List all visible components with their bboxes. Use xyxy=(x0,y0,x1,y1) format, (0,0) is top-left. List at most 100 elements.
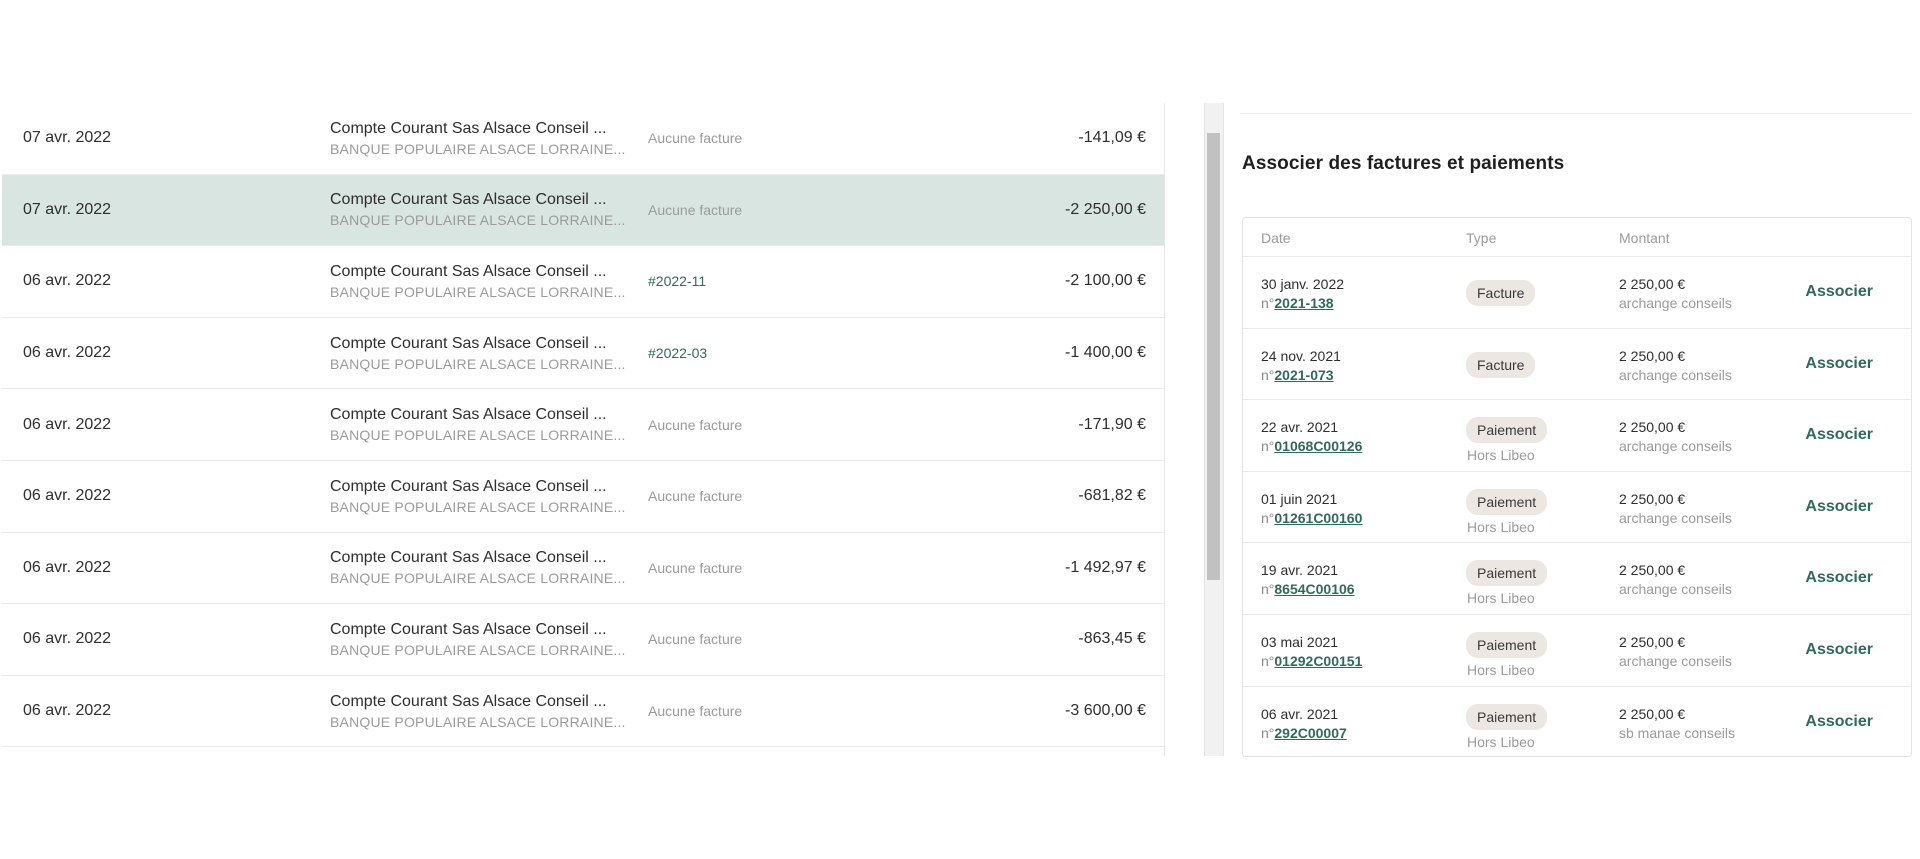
transaction-amount: -863,45 € xyxy=(1078,630,1146,648)
doc-client: archange conseils xyxy=(1619,438,1732,455)
scrollbar-thumb[interactable] xyxy=(1207,133,1220,580)
type-source: Hors Libeo xyxy=(1467,661,1535,678)
transaction-row[interactable]: 06 avr. 2022 Compte Courant Sas Alsace Co… xyxy=(2,604,1164,676)
invoice-ref: Aucune facture xyxy=(648,201,743,218)
type-source: Hors Libeo xyxy=(1467,733,1535,750)
doc-number: n°01292C00151 xyxy=(1261,652,1362,671)
transaction-date: 07 avr. 2022 xyxy=(23,129,112,147)
invoice-ref[interactable]: #2022-03 xyxy=(648,345,707,361)
bank-name: BANQUE POPULAIRE ALSACE LORRAINE... xyxy=(330,570,626,587)
panel-title: Associer des factures et paiements xyxy=(1242,153,1565,174)
doc-amount-cell: 2 250,00 € archange conseils xyxy=(1619,561,1732,599)
associate-row: 01 juin 2021 n°01261C00160 Paiement Hors Li… xyxy=(1243,472,1911,544)
doc-number-prefix: n° xyxy=(1261,295,1275,311)
transaction-row[interactable]: 07 avr. 2022 Compte Courant Sas Alsace Co… xyxy=(2,174,1164,247)
account-name: Compte Courant Sas Alsace Conseil ... xyxy=(330,262,607,280)
doc-client: archange conseils xyxy=(1619,581,1732,598)
account-name: Compte Courant Sas Alsace Conseil ... xyxy=(330,334,607,352)
associate-button[interactable]: Associer xyxy=(1805,641,1873,659)
transaction-amount: -3 600,00 € xyxy=(1065,702,1146,720)
transaction-description: Compte Courant Sas Alsace Conseil ... BAN… xyxy=(330,693,630,730)
doc-date-cell: 01 juin 2021 n°01261C00160 xyxy=(1261,490,1362,528)
doc-type-cell: Paiement Hors Libeo xyxy=(1466,488,1548,535)
divider xyxy=(1240,113,1912,114)
doc-number: n°292C00007 xyxy=(1261,724,1347,743)
doc-amount-cell: 2 250,00 € archange conseils xyxy=(1619,347,1732,385)
doc-date-cell: 22 avr. 2021 n°01068C00126 xyxy=(1261,418,1362,456)
transaction-date: 06 avr. 2022 xyxy=(23,702,112,720)
doc-amount: 2 250,00 € xyxy=(1619,419,1686,436)
type-badge: Paiement xyxy=(1466,631,1548,658)
transaction-row[interactable]: 06 avr. 2022 Compte Courant Sas Alsace Co… xyxy=(2,461,1164,533)
doc-date: 30 janv. 2022 xyxy=(1261,276,1345,292)
doc-amount: 2 250,00 € xyxy=(1619,490,1686,507)
associate-table: Date Type Montant 30 janv. 2022 n°2021-13… xyxy=(1242,217,1912,757)
transaction-row[interactable]: 06 avr. 2022 Compte Courant Sas Alsace Co… xyxy=(2,389,1164,461)
transaction-description: Compte Courant Sas Alsace Conseil ... BAN… xyxy=(330,621,630,658)
bank-name: BANQUE POPULAIRE ALSACE LORRAINE... xyxy=(330,498,626,515)
doc-amount-cell: 2 250,00 € archange conseils xyxy=(1619,275,1732,313)
doc-type-cell: Paiement Hors Libeo xyxy=(1466,560,1548,606)
invoice-ref: Aucune facture xyxy=(648,559,743,576)
doc-number-link[interactable]: 01292C00151 xyxy=(1274,653,1362,669)
associate-button[interactable]: Associer xyxy=(1805,498,1873,516)
doc-amount-cell: 2 250,00 € archange conseils xyxy=(1619,418,1732,456)
doc-number-link[interactable]: 8654C00106 xyxy=(1274,581,1354,597)
doc-number-prefix: n° xyxy=(1261,581,1275,598)
account-name: Compte Courant Sas Alsace Conseil ... xyxy=(330,406,607,424)
transaction-date: 07 avr. 2022 xyxy=(23,200,112,218)
transaction-row[interactable]: 06 avr. 2022 Compte Courant Sas Alsace Co… xyxy=(2,533,1164,605)
associate-button[interactable]: Associer xyxy=(1805,569,1873,587)
doc-amount: 2 250,00 € xyxy=(1619,347,1686,364)
associate-button[interactable]: Associer xyxy=(1805,283,1873,301)
bank-name: BANQUE POPULAIRE ALSACE LORRAINE... xyxy=(330,641,626,658)
invoice-ref[interactable]: #2022-11 xyxy=(648,273,706,289)
invoice-ref: Aucune facture xyxy=(648,416,743,433)
doc-number-prefix: n° xyxy=(1261,438,1275,455)
associate-row: 30 janv. 2022 n°2021-138 Facture 2 250,00 €… xyxy=(1243,257,1911,329)
transaction-row[interactable]: 06 avr. 2022 Compte Courant Sas Alsace Co… xyxy=(2,676,1164,748)
account-name: Compte Courant Sas Alsace Conseil ... xyxy=(330,620,607,638)
doc-amount-cell: 2 250,00 € archange conseils xyxy=(1619,490,1732,528)
transaction-row[interactable]: 06 avr. 2022 Compte Courant Sas Alsace Co… xyxy=(2,246,1164,318)
type-source: Hors Libeo xyxy=(1467,447,1535,464)
transaction-amount: -2 100,00 € xyxy=(1065,272,1146,290)
doc-date: 03 mai 2021 xyxy=(1261,633,1339,650)
doc-number-link[interactable]: 01068C00126 xyxy=(1274,438,1362,454)
doc-number-link[interactable]: 2021-073 xyxy=(1274,367,1333,383)
doc-number-link[interactable]: 2021-138 xyxy=(1274,295,1333,311)
doc-number-prefix: n° xyxy=(1261,724,1275,741)
doc-amount: 2 250,00 € xyxy=(1619,633,1686,650)
type-badge: Paiement xyxy=(1466,703,1548,730)
bank-name: BANQUE POPULAIRE ALSACE LORRAINE... xyxy=(330,427,626,444)
associate-button[interactable]: Associer xyxy=(1805,713,1873,731)
doc-number: n°2021-138 xyxy=(1261,294,1344,313)
associate-panel: Associer des factures et paiements Date … xyxy=(1240,103,1915,757)
associate-button[interactable]: Associer xyxy=(1805,426,1873,444)
associate-button[interactable]: Associer xyxy=(1805,355,1873,373)
associate-row: 24 nov. 2021 n°2021-073 Facture 2 250,00 € a… xyxy=(1243,329,1911,401)
transaction-description: Compte Courant Sas Alsace Conseil ... BAN… xyxy=(330,120,630,157)
account-name: Compte Courant Sas Alsace Conseil ... xyxy=(330,119,607,137)
doc-number-prefix: n° xyxy=(1261,509,1275,526)
bank-name: BANQUE POPULAIRE ALSACE LORRAINE... xyxy=(330,713,626,730)
doc-number-link[interactable]: 292C00007 xyxy=(1274,725,1346,741)
doc-number-link[interactable]: 01261C00160 xyxy=(1274,510,1362,526)
bank-name: BANQUE POPULAIRE ALSACE LORRAINE... xyxy=(330,355,626,372)
doc-amount-cell: 2 250,00 € sb manae conseils xyxy=(1619,705,1735,743)
doc-type-cell: Paiement Hors Libeo xyxy=(1466,631,1548,678)
doc-date-cell: 30 janv. 2022 n°2021-138 xyxy=(1261,275,1344,313)
doc-number: n°2021-073 xyxy=(1261,366,1341,385)
header-amount: Montant xyxy=(1619,230,1670,246)
doc-number-prefix: n° xyxy=(1261,652,1275,669)
invoice-ref: Aucune facture xyxy=(648,130,743,147)
transaction-row[interactable]: 06 avr. 2022 Compte Courant Sas Alsace Co… xyxy=(2,318,1164,390)
doc-client: archange conseils xyxy=(1619,652,1732,669)
transaction-row[interactable]: 07 avr. 2022 Compte Courant Sas Alsace Co… xyxy=(2,103,1164,175)
transactions-list: 07 avr. 2022 Compte Courant Sas Alsace Co… xyxy=(2,103,1165,756)
account-name: Compte Courant Sas Alsace Conseil ... xyxy=(330,477,607,495)
transaction-description: Compte Courant Sas Alsace Conseil ... BAN… xyxy=(330,549,630,586)
scrollbar[interactable] xyxy=(1204,103,1224,756)
transaction-description: Compte Courant Sas Alsace Conseil ... BAN… xyxy=(330,263,630,300)
transaction-date: 06 avr. 2022 xyxy=(23,344,112,362)
